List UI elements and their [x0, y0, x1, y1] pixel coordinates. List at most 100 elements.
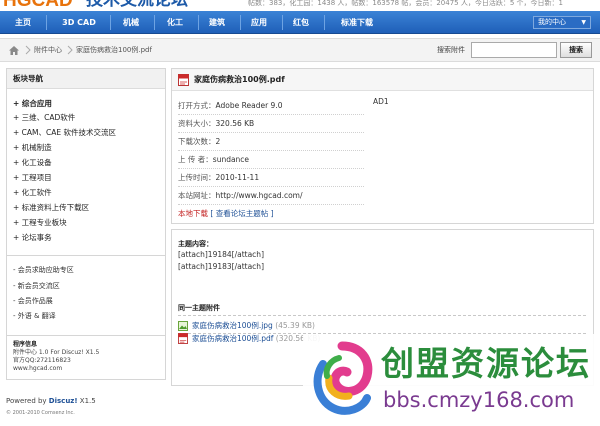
thread-content-line: [attach]19183[/attach] [178, 262, 264, 271]
thread-content-line: [attach]19184[/attach] [178, 250, 264, 259]
footer-version: X1.5 [77, 397, 96, 405]
ad-slot: AD1 [373, 97, 389, 106]
info-value: Adobe Reader 9.0 [215, 101, 283, 110]
nav-item-architecture[interactable]: 建筑 [202, 11, 232, 34]
sidebar-link-help[interactable]: - 会员求助应助专区 [13, 265, 74, 276]
footer-brand-link[interactable]: Discuz! [49, 397, 78, 405]
related-attachments-title: 同一主题附件 [178, 304, 220, 312]
sidebar-link-new-members[interactable]: - 新会员交流区 [13, 281, 60, 292]
search-label: 搜索附件 [437, 46, 465, 54]
site-header: HGCAD 技术交流论坛 帖数：383，化工园：1438 人，帖数：163578… [0, 0, 600, 11]
nav-item-mechanical[interactable]: 机械 [116, 11, 146, 34]
my-center-dropdown[interactable]: 我的中心 ▼ [533, 16, 591, 29]
info-value: 2010-11-11 [215, 173, 260, 182]
sidebar-header: 板块导航 [7, 69, 165, 89]
info-label: 资料大小： [178, 119, 216, 128]
program-info-version: 附件中心 1.0 For Discuz! X1.5 [13, 349, 100, 356]
footer-powered-by: Powered by Discuz! X1.5 [6, 397, 96, 405]
image-file-icon [178, 321, 188, 331]
sidebar-item-forum-affairs[interactable]: + 论坛事务 [13, 232, 52, 244]
chevron-right-icon [67, 45, 73, 55]
pdf-file-icon [178, 74, 189, 86]
attachment-info-header: 家庭伤病救治100例.pdf [172, 69, 593, 91]
footer-copyright: © 2001-2010 Comsenz Inc. [6, 410, 75, 416]
site-stats: 帖数：383，化工园：1438 人，帖数：163578 帖，会员：20475 人… [248, 0, 563, 7]
breadcrumb-item-current-file: 家庭伤病救治100例.pdf [76, 46, 152, 54]
program-info-site[interactable]: www.hgcad.com [13, 365, 62, 373]
sidebar-item-general[interactable]: + 综合应用 [13, 98, 52, 110]
sidebar-divider [7, 255, 165, 256]
nav-item-home[interactable]: 主页 [8, 11, 38, 34]
my-center-label: 我的中心 [538, 18, 566, 26]
sidebar-item-machining[interactable]: + 机械制造 [13, 142, 52, 154]
info-row-download: 本地下载 [ 查看论坛主题帖 ] [178, 205, 364, 223]
footer-powered-prefix: Powered by [6, 397, 49, 405]
nav-item-apps[interactable]: 应用 [244, 11, 274, 34]
related-attachment-item: 家庭伤病救治100例.jpg (45.39 KB) [178, 320, 315, 332]
attachment-search-input[interactable] [471, 42, 557, 58]
nav-divider [154, 15, 155, 30]
breadcrumb: 附件中心 家庭伤病救治100例.pdf 搜索附件 搜索 [0, 38, 600, 62]
program-info-qq: 官方QQ:272116823 [13, 357, 71, 364]
sidebar-item-cam-cae[interactable]: + CAM、CAE 软件技术交流区 [13, 127, 116, 139]
info-label: 本站网址： [178, 191, 216, 200]
nav-item-3dcad[interactable]: 3D CAD [54, 11, 104, 34]
attachment-name-link[interactable]: 家庭伤病救治100例.jpg [192, 321, 273, 330]
pdf-file-icon [178, 333, 188, 344]
info-label: 下载次数： [178, 137, 216, 146]
info-label: 上传时间： [178, 173, 216, 182]
watermark-swirl-logo [313, 341, 373, 415]
sidebar-item-engineering[interactable]: + 工程专业板块 [13, 217, 67, 229]
nav-item-chemical[interactable]: 化工 [160, 11, 190, 34]
sidebar-item-3d-cad[interactable]: + 三维、CAD软件 [13, 112, 75, 124]
view-thread-link[interactable]: [ 查看论坛主题帖 ] [210, 209, 273, 218]
info-label: 上 传 者： [178, 155, 213, 164]
attachment-info-panel: 家庭伤病救治100例.pdf 打开方式：Adobe Reader 9.0 资料大… [171, 68, 594, 224]
nav-divider [324, 15, 325, 30]
info-value[interactable]: sundance [213, 155, 249, 164]
info-value: 320.56 KB [215, 119, 255, 128]
info-row-download-count: 下载次数：2 [178, 133, 364, 151]
sidebar-link-translation[interactable]: - 外语 & 翻译 [13, 311, 56, 322]
nav-item-standards[interactable]: 标准下载 [332, 11, 382, 34]
sidebar-item-chem-equipment[interactable]: + 化工设备 [13, 157, 52, 169]
forum-nav-sidebar: 板块导航 + 综合应用 + 三维、CAD软件 + CAM、CAE 软件技术交流区… [6, 68, 166, 380]
related-attachment-item: 家庭伤病救治100例.pdf (320.56 KB) [178, 333, 320, 345]
watermark-url: bbs.cmzy168.com [383, 388, 575, 412]
attachment-size: (45.39 KB) [275, 321, 315, 330]
nav-divider [46, 15, 47, 30]
info-row-open-with: 打开方式：Adobe Reader 9.0 [178, 97, 364, 115]
nav-divider [110, 15, 111, 30]
sidebar-item-standards[interactable]: + 标准资料上传下载区 [13, 202, 89, 214]
home-icon[interactable] [8, 45, 20, 56]
watermark-title: 创盟资源论坛 [381, 344, 591, 383]
main-nav: 主页 3D CAD 机械 化工 建筑 应用 红包 标准下载 我的中心 ▼ [0, 11, 600, 34]
section-divider [178, 315, 586, 316]
sidebar-item-projects[interactable]: + 工程项目 [13, 172, 52, 184]
info-label: 打开方式： [178, 101, 216, 110]
chevron-down-icon: ▼ [581, 19, 586, 26]
info-row-site-url: 本站网址：http://www.hgcad.com/ [178, 187, 364, 205]
sidebar-item-chem-software[interactable]: + 化工软件 [13, 187, 52, 199]
info-row-uploader: 上 传 者：sundance [178, 151, 364, 169]
nav-divider [198, 15, 199, 30]
sidebar-link-showcase[interactable]: - 会员作品展 [13, 296, 53, 307]
nav-divider [240, 15, 241, 30]
info-row-upload-time: 上传时间：2010-11-11 [178, 169, 364, 187]
nav-item-redpacket[interactable]: 红包 [286, 11, 316, 34]
attachment-name-link[interactable]: 家庭伤病救治100例.pdf [192, 334, 273, 343]
local-download-button[interactable]: 本地下载 [178, 209, 208, 218]
site-logo-subtitle: 技术交流论坛 [86, 0, 188, 10]
info-value[interactable]: http://www.hgcad.com/ [216, 191, 303, 200]
site-logo[interactable]: HGCAD [3, 0, 73, 11]
program-info-title: 程序信息 [13, 341, 38, 348]
attachment-title: 家庭伤病救治100例.pdf [194, 75, 285, 84]
breadcrumb-item-attachment-center[interactable]: 附件中心 [34, 39, 62, 61]
nav-divider [282, 15, 283, 30]
info-value: 2 [215, 137, 221, 146]
sidebar-divider [7, 335, 165, 336]
watermark-overlay: 创盟资源论坛 bbs.cmzy168.com [303, 334, 600, 426]
search-button[interactable]: 搜索 [560, 42, 592, 58]
thread-content-title: 主题内容： [178, 240, 213, 248]
chevron-right-icon [25, 45, 31, 55]
